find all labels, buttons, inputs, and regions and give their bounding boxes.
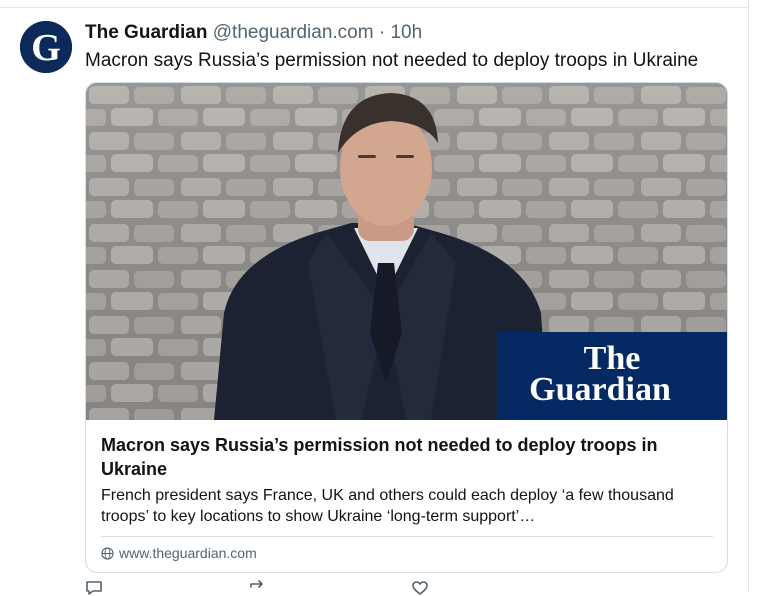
right-divider <box>748 0 749 591</box>
post-time[interactable]: 10h <box>390 22 422 43</box>
svg-text:G: G <box>31 27 61 69</box>
author-name[interactable]: The Guardian <box>85 22 207 43</box>
post-text: Macron says Russia’s permission not need… <box>85 50 699 71</box>
card-title[interactable]: Macron says Russia’s permission not need… <box>101 433 713 481</box>
post-header: The Guardian @theguardian.com · 10h <box>85 21 735 45</box>
card-image[interactable]: The Guardian <box>86 83 727 420</box>
avatar[interactable]: G <box>20 21 72 73</box>
card-divider <box>101 536 713 537</box>
logo-text-line2: Guardian <box>529 371 671 408</box>
reply-icon <box>86 581 102 595</box>
top-divider <box>0 0 749 8</box>
heart-icon <box>412 581 428 596</box>
post-actions <box>85 580 725 596</box>
guardian-g-logo-icon: G <box>20 21 72 73</box>
card-domain-text: www.theguardian.com <box>119 545 257 561</box>
reply-button[interactable] <box>85 580 103 596</box>
like-button[interactable] <box>411 580 429 596</box>
card-description: French president says France, UK and oth… <box>101 487 674 525</box>
link-card[interactable]: The Guardian Macron says Russia’s permis… <box>85 82 728 573</box>
card-domain[interactable]: www.theguardian.com <box>101 544 257 562</box>
repost-icon <box>250 580 263 588</box>
globe-icon <box>101 546 114 560</box>
separator-dot: · <box>378 22 386 43</box>
card-photo: The Guardian <box>86 83 727 420</box>
author-handle[interactable]: @theguardian.com <box>213 22 374 43</box>
repost-button[interactable] <box>248 580 266 596</box>
